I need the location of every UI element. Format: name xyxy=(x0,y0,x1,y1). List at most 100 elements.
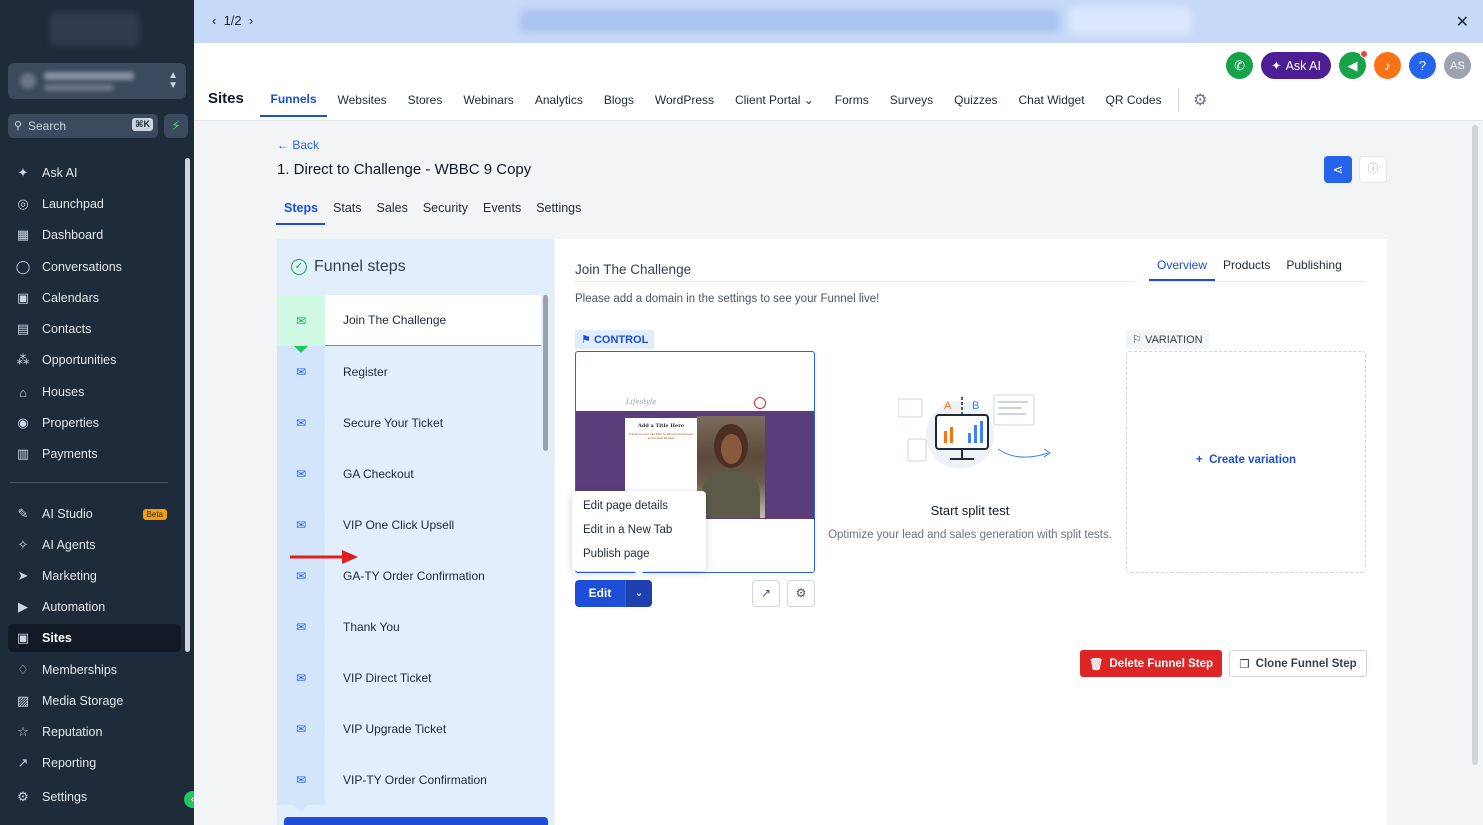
sidebar-item-marketing[interactable]: ➤ Marketing xyxy=(8,562,181,590)
sidebar-item-conversations[interactable]: ◯ Conversations xyxy=(8,253,181,281)
announcements-button[interactable]: ◀ xyxy=(1339,50,1368,79)
sidebar-scrollbar[interactable] xyxy=(185,158,190,652)
tab-products[interactable]: Products xyxy=(1215,258,1278,281)
menu-item-edit-page-details[interactable]: Edit page details xyxy=(572,496,706,520)
tab-security[interactable]: Security xyxy=(415,201,475,225)
tab-label: Client Portal xyxy=(735,93,801,107)
variation-label: VARIATION xyxy=(1144,334,1203,346)
phone-button[interactable]: ✆ xyxy=(1226,52,1254,79)
sidebar-item-dashboard[interactable]: ▦ Dashboard xyxy=(8,221,181,249)
step-secure-your-ticket[interactable]: ✉ Secure Your Ticket xyxy=(277,397,541,455)
step-vip-direct-ticket[interactable]: ✉ VIP Direct Ticket xyxy=(277,652,541,710)
tab-settings[interactable]: Settings xyxy=(528,201,588,225)
sidebar-item-memberships[interactable]: ♢ Memberships xyxy=(8,656,181,684)
mail-icon: ✉ xyxy=(277,346,325,404)
funnel-title: 1. Direct to Challenge - WBBC 9 Copy xyxy=(277,161,532,178)
sidebar-item-calendars[interactable]: ▣ Calendars xyxy=(8,284,181,312)
chevron-left-icon[interactable]: ‹ xyxy=(212,13,216,28)
account-switcher[interactable]: ▲ ▼ xyxy=(8,63,186,99)
step-ga-checkout[interactable]: ✉ GA Checkout xyxy=(277,448,541,506)
avatar[interactable]: AS xyxy=(1444,52,1471,79)
gear-icon[interactable]: ⚙ xyxy=(1187,83,1213,117)
step-name-field[interactable]: Join The Challenge xyxy=(575,262,1135,282)
sidebar-item-launchpad[interactable]: ◎ Launchpad xyxy=(8,190,181,218)
open-external-button[interactable]: ↗ xyxy=(752,580,780,607)
tab-overview[interactable]: Overview xyxy=(1149,258,1216,281)
sidebar-item-properties[interactable]: ◉ Properties xyxy=(8,409,181,437)
step-join-the-challenge[interactable]: ✉ Join The Challenge xyxy=(277,295,541,353)
banner-action-blurred[interactable] xyxy=(1069,7,1191,35)
step-vip-ty-order-confirmation[interactable]: ✉ VIP-TY Order Confirmation xyxy=(277,754,541,812)
preview-logo: Lifestyle xyxy=(626,398,657,406)
tab-webinars[interactable]: Webinars xyxy=(453,83,524,117)
sidebar-search[interactable]: ⚲ Search ⌘K xyxy=(8,114,158,138)
tab-forms[interactable]: Forms xyxy=(824,83,879,117)
tab-sales[interactable]: Sales xyxy=(369,201,415,225)
tab-stores[interactable]: Stores xyxy=(397,83,453,117)
tab-quizzes[interactable]: Quizzes xyxy=(944,83,1008,117)
split-test-title: Start split test xyxy=(930,503,1010,518)
step-register[interactable]: ✉ Register xyxy=(277,346,541,404)
help-button[interactable]: ? xyxy=(1409,52,1436,79)
sidebar-item-opportunities[interactable]: ⁂ Opportunities xyxy=(8,346,181,374)
sidebar-item-ask-ai[interactable]: ✦ Ask AI xyxy=(8,159,181,187)
sidebar-item-ai-agents[interactable]: ✧ AI Agents xyxy=(8,531,181,559)
main-scrollbar[interactable] xyxy=(1472,125,1478,765)
tab-qr-codes[interactable]: QR Codes xyxy=(1095,83,1172,117)
megaphone-icon: ◀ xyxy=(1347,57,1358,73)
tab-events[interactable]: Events xyxy=(475,201,528,225)
step-label: Thank You xyxy=(343,619,400,634)
notifications-button[interactable]: ♪ xyxy=(1374,52,1401,79)
delete-funnel-step-button[interactable]: 🗑 Delete Funnel Step xyxy=(1080,650,1222,677)
sidebar-item-label: Ask AI xyxy=(42,166,78,180)
chevron-right-icon[interactable]: › xyxy=(249,13,253,28)
sidebar-item-payments[interactable]: ▥ Payments xyxy=(8,440,181,468)
banner-pager: ‹ 1/2 › xyxy=(212,13,253,28)
back-link[interactable]: ← Back xyxy=(277,138,319,152)
edit-dropdown-button[interactable]: ⌄ xyxy=(625,580,652,607)
close-icon[interactable]: ✕ xyxy=(1456,12,1469,32)
quick-actions-button[interactable]: ⚡ xyxy=(164,114,188,138)
search-circle-icon: ◉ xyxy=(17,415,29,430)
step-thank-you[interactable]: ✉ Thank You xyxy=(277,601,541,659)
ask-ai-button[interactable]: ✦ Ask AI xyxy=(1261,52,1331,79)
share-button[interactable]: ⋖ xyxy=(1324,156,1352,183)
sidebar-item-sites[interactable]: ▣ Sites xyxy=(8,624,181,652)
menu-item-publish-page[interactable]: Publish page xyxy=(572,544,706,568)
tab-funnels[interactable]: Funnels xyxy=(260,83,328,117)
plus-icon: + xyxy=(1195,454,1203,466)
preview-card-text: Transform Your Life Path by Winning Inve… xyxy=(628,432,694,440)
avatar-initials: AS xyxy=(1450,59,1465,72)
menu-item-edit-in-new-tab[interactable]: Edit in a New Tab xyxy=(572,520,706,544)
create-variation-button[interactable]: + Create variation xyxy=(1127,454,1365,466)
sidebar-item-reputation[interactable]: ☆ Reputation xyxy=(8,718,181,746)
info-button[interactable]: ⓘ xyxy=(1359,156,1387,183)
clone-funnel-step-button[interactable]: ❐ Clone Funnel Step xyxy=(1229,650,1367,677)
sidebar-item-automation[interactable]: ▶ Automation xyxy=(8,593,181,621)
steps-scrollbar[interactable] xyxy=(543,295,548,451)
sidebar-item-settings[interactable]: ⚙ Settings xyxy=(8,783,181,811)
tab-publishing[interactable]: Publishing xyxy=(1278,258,1349,281)
sidebar-item-houses[interactable]: ⌂ Houses xyxy=(8,378,181,406)
tab-client-portal[interactable]: Client Portal ⌄ xyxy=(725,83,825,117)
tab-websites[interactable]: Websites xyxy=(327,83,397,117)
sidebar-item-ai-studio[interactable]: ✎ AI Studio Beta xyxy=(8,500,181,528)
sidebar-item-contacts[interactable]: ▤ Contacts xyxy=(8,315,181,343)
tab-wordpress[interactable]: WordPress xyxy=(644,83,724,117)
page-settings-button[interactable]: ⚙ xyxy=(787,580,815,607)
step-vip-one-click-upsell[interactable]: ✉ VIP One Click Upsell xyxy=(277,499,541,557)
badge-icon: ♢ xyxy=(17,662,29,677)
image-icon: ▨ xyxy=(16,693,30,708)
tab-surveys[interactable]: Surveys xyxy=(879,83,943,117)
edit-button[interactable]: Edit xyxy=(575,580,625,607)
tab-chat-widget[interactable]: Chat Widget xyxy=(1008,83,1095,117)
tab-steps[interactable]: Steps xyxy=(276,201,326,225)
bolt-icon: ⚡ xyxy=(171,118,181,133)
step-vip-upgrade-ticket[interactable]: ✉ VIP Upgrade Ticket xyxy=(277,703,541,761)
app-header: ✆ ✦ Ask AI ◀ ♪ ? AS Sites Funnels Website… xyxy=(194,43,1483,121)
add-step-button[interactable] xyxy=(284,817,548,825)
tab-analytics[interactable]: Analytics xyxy=(524,83,593,117)
tab-blogs[interactable]: Blogs xyxy=(593,83,644,117)
sidebar-item-media-storage[interactable]: ▨ Media Storage xyxy=(8,687,181,715)
tab-stats[interactable]: Stats xyxy=(325,201,369,225)
